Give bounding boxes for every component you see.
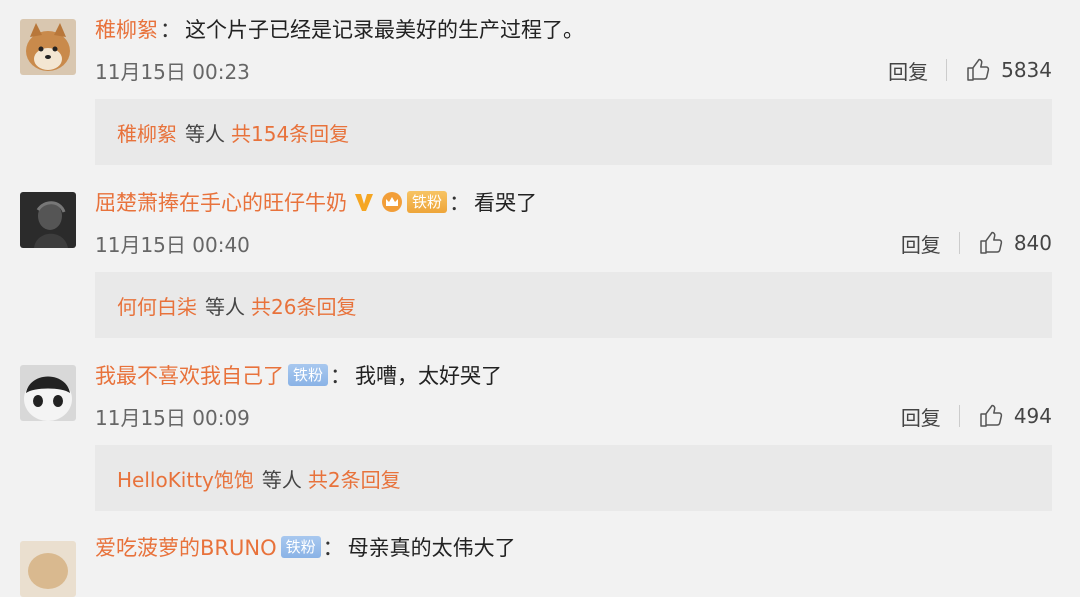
reply-preview[interactable]: HelloKitty饱饱 等人 共2条回复 <box>95 445 1052 511</box>
comment-actions: 回复 5834 <box>888 56 1052 85</box>
like-count: 5834 <box>1001 58 1052 82</box>
reply-preview[interactable]: 何何白柒 等人 共26条回复 <box>95 272 1052 338</box>
reply-count-link[interactable]: 共154条回复 <box>231 118 349 147</box>
fans-badge: 铁粉 <box>280 536 321 558</box>
avatar[interactable] <box>20 192 76 248</box>
comment-header: 我最不喜欢我自己了 铁粉 ： 我嘈，太好哭了 <box>95 359 502 391</box>
reply-button[interactable]: 回复 <box>901 402 941 431</box>
comment-meta: 11月15日 00:09 回复 494 <box>95 401 1052 431</box>
username[interactable]: 屈楚萧捧在手心的旺仔牛奶 <box>95 187 347 217</box>
reply-preview-user[interactable]: HelloKitty饱饱 <box>117 464 254 493</box>
like-icon[interactable] <box>978 230 1004 256</box>
comment-header: 屈楚萧捧在手心的旺仔牛奶 铁粉 ： 看哭了 <box>95 186 537 218</box>
avatar[interactable] <box>20 19 76 75</box>
comment-actions: 回复 494 <box>901 402 1052 431</box>
reply-preview-others: 等人 <box>185 121 225 146</box>
comment-text: 这个片子已经是记录最美好的生产过程了。 <box>185 18 584 42</box>
reply-button[interactable]: 回复 <box>901 229 941 258</box>
reply-count-link[interactable]: 共26条回复 <box>251 291 356 320</box>
colon: ： <box>449 191 471 215</box>
divider <box>958 232 960 254</box>
colon: ： <box>330 364 352 388</box>
comment-meta: 11月15日 00:40 回复 840 <box>95 228 1052 258</box>
comment-meta: 11月15日 00:23 回复 5834 <box>95 55 1052 85</box>
comment-header: 爱吃菠萝的BRUNO 铁粉 ： 母亲真的太伟大了 <box>95 531 516 563</box>
comment-text: 我嘈，太好哭了 <box>355 364 503 388</box>
colon: ： <box>322 536 344 560</box>
username[interactable]: 爱吃菠萝的BRUNO <box>95 532 277 562</box>
avatar[interactable] <box>20 365 76 421</box>
v-badge-icon <box>355 194 373 211</box>
like-icon[interactable] <box>965 57 991 83</box>
timestamp: 11月15日 00:40 <box>95 232 250 257</box>
reply-button[interactable]: 回复 <box>888 56 928 85</box>
comment-header: 稚柳絮 ： 这个片子已经是记录最美好的生产过程了。 <box>95 13 584 45</box>
divider <box>946 59 948 81</box>
fans-badge: 铁粉 <box>407 191 448 213</box>
avatar[interactable] <box>20 541 76 597</box>
like-count: 494 <box>1013 404 1052 428</box>
timestamp: 11月15日 00:09 <box>95 405 250 430</box>
fans-badge: 铁粉 <box>288 364 329 386</box>
crown-icon <box>382 192 402 212</box>
reply-preview-user[interactable]: 稚柳絮 <box>117 118 177 147</box>
colon: ： <box>160 18 181 42</box>
username[interactable]: 我最不喜欢我自己了 <box>95 360 284 390</box>
comment-text: 看哭了 <box>474 191 538 215</box>
reply-preview-others: 等人 <box>205 294 245 319</box>
comment-text: 母亲真的太伟大了 <box>347 536 516 560</box>
comment-actions: 回复 840 <box>901 229 1052 258</box>
reply-preview-others: 等人 <box>261 467 302 492</box>
divider <box>958 405 960 427</box>
reply-preview[interactable]: 稚柳絮 等人 共154条回复 <box>95 99 1052 165</box>
like-count: 840 <box>1013 231 1052 255</box>
timestamp: 11月15日 00:23 <box>95 59 250 84</box>
username[interactable]: 稚柳絮 <box>95 14 158 44</box>
reply-count-link[interactable]: 共2条回复 <box>308 464 401 493</box>
reply-preview-user[interactable]: 何何白柒 <box>117 291 197 320</box>
like-icon[interactable] <box>978 403 1004 429</box>
